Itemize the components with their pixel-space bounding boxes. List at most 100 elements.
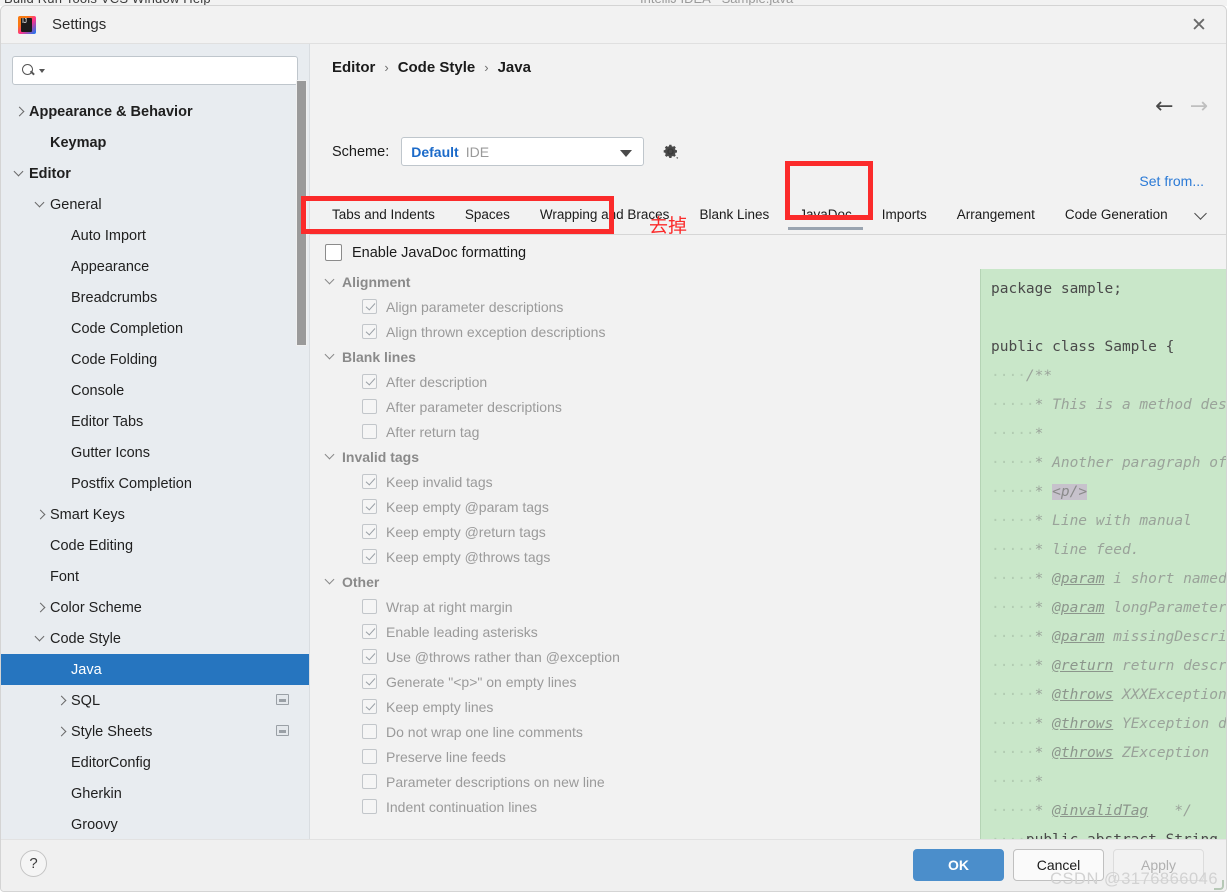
option-checkbox[interactable]: [362, 549, 377, 564]
back-arrow-icon[interactable]: ←: [1155, 94, 1173, 119]
option-checkbox[interactable]: [362, 674, 377, 689]
sidebar-item-code-completion[interactable]: Code Completion: [1, 313, 309, 344]
settings-tree[interactable]: Appearance & Behavior Keymap Editor General…: [1, 96, 309, 839]
resize-grip[interactable]: [1214, 880, 1224, 890]
chevron-down-icon[interactable]: [34, 198, 47, 211]
chevron-right-icon[interactable]: [34, 601, 47, 614]
option-checkbox[interactable]: [362, 299, 377, 314]
sidebar-item-auto-import[interactable]: Auto Import: [1, 220, 309, 251]
ok-button[interactable]: OK: [913, 849, 1004, 881]
sidebar-item-editor[interactable]: Editor: [1, 158, 309, 189]
sidebar-item-gherkin[interactable]: Gherkin: [1, 778, 309, 809]
sidebar-item-gutter-icons[interactable]: Gutter Icons: [1, 437, 309, 468]
sidebar-item-appearance[interactable]: Appearance: [1, 251, 309, 282]
sidebar-item-color-scheme[interactable]: Color Scheme: [1, 592, 309, 623]
sidebar-item-code-editing[interactable]: Code Editing: [1, 530, 309, 561]
gear-icon[interactable]: [661, 142, 680, 161]
option-checkbox[interactable]: [362, 399, 377, 414]
sidebar-item-keymap[interactable]: Keymap: [1, 127, 309, 158]
option-row[interactable]: Use @throws rather than @exception: [310, 644, 672, 669]
close-icon[interactable]: ✕: [1182, 10, 1216, 40]
sidebar-item-sql[interactable]: SQL: [1, 685, 309, 716]
sidebar-item-console[interactable]: Console: [1, 375, 309, 406]
option-checkbox[interactable]: [362, 699, 377, 714]
tab-imports[interactable]: Imports: [882, 207, 927, 230]
option-row[interactable]: After description: [310, 369, 672, 394]
chevron-down-icon[interactable]: [324, 350, 337, 363]
search-box[interactable]: [12, 56, 298, 85]
option-group-blank-lines[interactable]: Blank lines: [310, 344, 672, 369]
forward-arrow-icon[interactable]: →: [1190, 94, 1208, 119]
option-checkbox[interactable]: [362, 499, 377, 514]
enable-javadoc-checkbox[interactable]: [325, 244, 342, 261]
sidebar-item-breadcrumbs[interactable]: Breadcrumbs: [1, 282, 309, 313]
enable-javadoc-row[interactable]: Enable JavaDoc formatting: [310, 236, 672, 269]
option-group-invalid-tags[interactable]: Invalid tags: [310, 444, 672, 469]
sidebar-item-code-folding[interactable]: Code Folding: [1, 344, 309, 375]
option-checkbox[interactable]: [362, 749, 377, 764]
option-row[interactable]: After parameter descriptions: [310, 394, 672, 419]
scheme-dropdown[interactable]: Default IDE: [401, 137, 645, 166]
chevron-down-icon[interactable]: [34, 632, 47, 645]
sidebar-item-editorconfig[interactable]: EditorConfig: [1, 747, 309, 778]
option-checkbox[interactable]: [362, 524, 377, 539]
option-row[interactable]: Align parameter descriptions: [310, 294, 672, 319]
code-preview-panel[interactable]: package sample; public class Sample {···…: [980, 269, 1226, 839]
option-row[interactable]: Align thrown exception descriptions: [310, 319, 672, 344]
chevron-down-icon[interactable]: [324, 575, 337, 588]
option-row[interactable]: Keep empty @param tags: [310, 494, 672, 519]
option-row[interactable]: Enable leading asterisks: [310, 619, 672, 644]
chevron-down-icon[interactable]: [324, 275, 337, 288]
option-row[interactable]: After return tag: [310, 419, 672, 444]
option-checkbox[interactable]: [362, 474, 377, 489]
help-icon[interactable]: ?: [20, 850, 47, 877]
chevron-down-icon[interactable]: [324, 450, 337, 463]
tab-code-generation[interactable]: Code Generation: [1065, 207, 1168, 230]
option-row[interactable]: Wrap at right margin: [310, 594, 672, 619]
option-row[interactable]: Parameter descriptions on new line: [310, 769, 672, 794]
tab-arrangement[interactable]: Arrangement: [957, 207, 1035, 230]
option-row[interactable]: Indent continuation lines: [310, 794, 672, 819]
sidebar-item-smart-keys[interactable]: Smart Keys: [1, 499, 309, 530]
sidebar-item-groovy[interactable]: Groovy: [1, 809, 309, 839]
sidebar-item-general[interactable]: General: [1, 189, 309, 220]
option-group-alignment[interactable]: Alignment: [310, 269, 672, 294]
option-checkbox[interactable]: [362, 424, 377, 439]
tab-tabs-and-indents[interactable]: Tabs and Indents: [332, 207, 435, 230]
sidebar-item-postfix-completion[interactable]: Postfix Completion: [1, 468, 309, 499]
set-from-link[interactable]: Set from...: [1139, 173, 1204, 189]
sidebar-item-java[interactable]: Java: [1, 654, 309, 685]
option-checkbox[interactable]: [362, 649, 377, 664]
option-group-other[interactable]: Other: [310, 569, 672, 594]
option-checkbox[interactable]: [362, 324, 377, 339]
option-row[interactable]: Keep empty lines: [310, 694, 672, 719]
sidebar-item-font[interactable]: Font: [1, 561, 309, 592]
sidebar-item-editor-tabs[interactable]: Editor Tabs: [1, 406, 309, 437]
chevron-right-icon[interactable]: [13, 105, 26, 118]
tabs-overflow-chevron-down-icon[interactable]: [1194, 207, 1208, 221]
option-checkbox[interactable]: [362, 374, 377, 389]
javadoc-options-list[interactable]: Alignment Align parameter descriptions Ali…: [310, 269, 672, 839]
option-row[interactable]: Do not wrap one line comments: [310, 719, 672, 744]
option-checkbox[interactable]: [362, 799, 377, 814]
option-checkbox[interactable]: [362, 599, 377, 614]
tab-spaces[interactable]: Spaces: [465, 207, 510, 230]
sidebar-item-style-sheets[interactable]: Style Sheets: [1, 716, 309, 747]
option-row[interactable]: Keep empty @return tags: [310, 519, 672, 544]
option-checkbox[interactable]: [362, 774, 377, 789]
option-row[interactable]: Generate "<p>" on empty lines: [310, 669, 672, 694]
sidebar-scrollbar[interactable]: [296, 80, 307, 346]
chevron-right-icon[interactable]: [55, 725, 68, 738]
sidebar-item-code-style[interactable]: Code Style: [1, 623, 309, 654]
chevron-down-icon[interactable]: [13, 167, 26, 180]
chevron-right-icon[interactable]: [55, 694, 68, 707]
tab-javadoc[interactable]: JavaDoc: [788, 207, 863, 230]
search-input[interactable]: [45, 63, 297, 78]
option-row[interactable]: Preserve line feeds: [310, 744, 672, 769]
option-row[interactable]: Keep invalid tags: [310, 469, 672, 494]
chevron-right-icon[interactable]: [34, 508, 47, 521]
option-row[interactable]: Keep empty @throws tags: [310, 544, 672, 569]
sidebar-item-appearance-behavior[interactable]: Appearance & Behavior: [1, 96, 309, 127]
option-checkbox[interactable]: [362, 624, 377, 639]
option-checkbox[interactable]: [362, 724, 377, 739]
